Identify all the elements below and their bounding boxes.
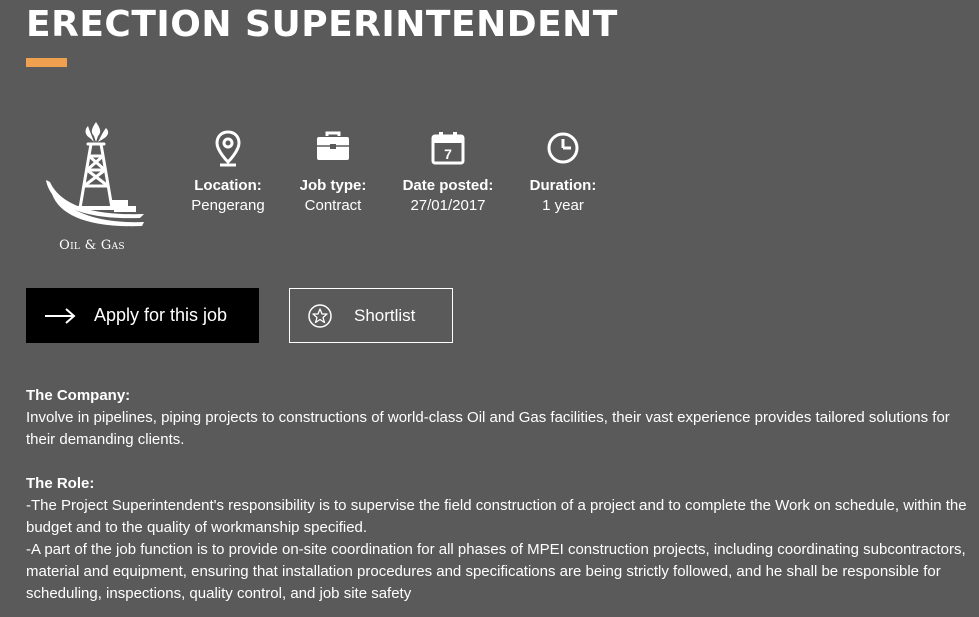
apply-button[interactable]: Apply for this job [26,288,259,343]
meta-value: 27/01/2017 [410,197,486,214]
job-description: The Company: Involve in pipelines, pipin… [26,385,971,605]
company-text: Involve in pipelines, piping projects to… [26,409,950,448]
meta-value: Contract [304,197,362,214]
meta-job-type: Job type: Contract [288,130,378,214]
briefcase-icon [317,131,349,160]
meta-location: Location: Pengerang [183,130,273,214]
oil-rig-icon [46,122,144,227]
meta-label: Duration: [529,177,597,194]
meta-value: 1 year [542,197,584,214]
meta-duration: Duration: 1 year [518,130,608,214]
company-heading: The Company: [26,387,131,404]
sector-badge: Oil & Gas [40,120,152,260]
job-title: ERECTION SUPERINTENDENT [26,4,618,45]
location-pin-icon [215,130,241,167]
title-accent-bar [26,58,67,67]
meta-label: Job type: [299,177,367,194]
clock-icon [547,132,579,164]
role-line: -The Project Superintendent's responsibi… [26,497,967,536]
sector-label: Oil & Gas [59,238,125,253]
role-line: -A part of the job function is to provid… [26,541,966,602]
meta-label: Location: [194,177,262,194]
calendar-day: 7 [444,146,452,162]
shortlist-button-label: Shortlist [354,305,416,325]
role-heading: The Role: [26,475,95,492]
calendar-icon: 7 [431,132,465,165]
meta-label: Date posted: [402,177,494,194]
star-icon [308,303,332,328]
arrow-right-icon [44,307,76,324]
shortlist-button[interactable]: Shortlist [289,288,453,343]
meta-value: Pengerang [191,197,265,214]
apply-button-label: Apply for this job [94,305,228,325]
meta-date-posted: 7 Date posted: 27/01/2017 [393,130,503,214]
